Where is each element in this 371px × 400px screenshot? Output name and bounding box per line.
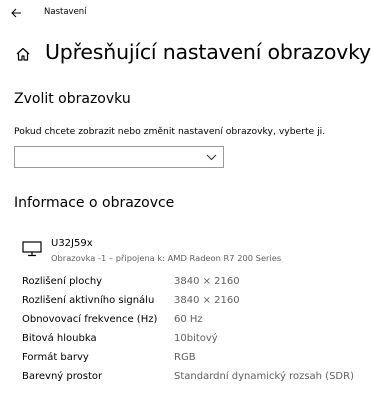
info-label: Bitová hloubka [22, 333, 97, 344]
monitor-name: U32J59x [51, 238, 93, 249]
info-row-desktop-resolution: Rozlišení plochy 3840 × 2160 [22, 276, 362, 292]
chevron-down-icon [206, 154, 217, 161]
monitor-icon [22, 241, 42, 257]
choose-display-description: Pokud chcete zobrazit nebo změnit nastav… [14, 126, 326, 137]
home-icon [16, 47, 30, 61]
info-value: 10bitový [174, 333, 218, 344]
monitor-subtitle: Obrazovka -1 – připojena k: AMD Radeon R… [51, 253, 282, 263]
info-row-color-format: Formát barvy RGB [22, 352, 362, 368]
back-arrow-icon [11, 8, 21, 18]
app-title: Nastavení [44, 7, 87, 17]
back-button[interactable] [6, 3, 28, 23]
info-value: Standardní dynamický rozsah (SDR) [174, 371, 354, 382]
info-value: 60 Hz [174, 314, 203, 325]
page-title: Upřesňující nastavení obrazovky [45, 40, 371, 64]
info-value: 3840 × 2160 [174, 295, 240, 306]
choose-display-heading: Zvolit obrazovku [14, 91, 131, 107]
info-label: Rozlišení plochy [22, 276, 103, 287]
title-bar: Nastavení [0, 0, 371, 28]
info-label: Formát barvy [22, 352, 89, 363]
info-label: Rozlišení aktivního signálu [22, 295, 155, 306]
info-value: RGB [174, 352, 196, 363]
display-select[interactable] [14, 146, 224, 168]
display-info-heading: Informace o obrazovce [14, 195, 175, 211]
info-row-color-space: Barevný prostor Standardní dynamický roz… [22, 371, 362, 387]
info-row-refresh-rate: Obnovovací frekvence (Hz) 60 Hz [22, 314, 362, 330]
info-label: Obnovovací frekvence (Hz) [22, 314, 158, 325]
info-row-signal-resolution: Rozlišení aktivního signálu 3840 × 2160 [22, 295, 362, 311]
info-label: Barevný prostor [22, 371, 103, 382]
info-value: 3840 × 2160 [174, 276, 240, 287]
info-row-bit-depth: Bitová hloubka 10bitový [22, 333, 362, 349]
